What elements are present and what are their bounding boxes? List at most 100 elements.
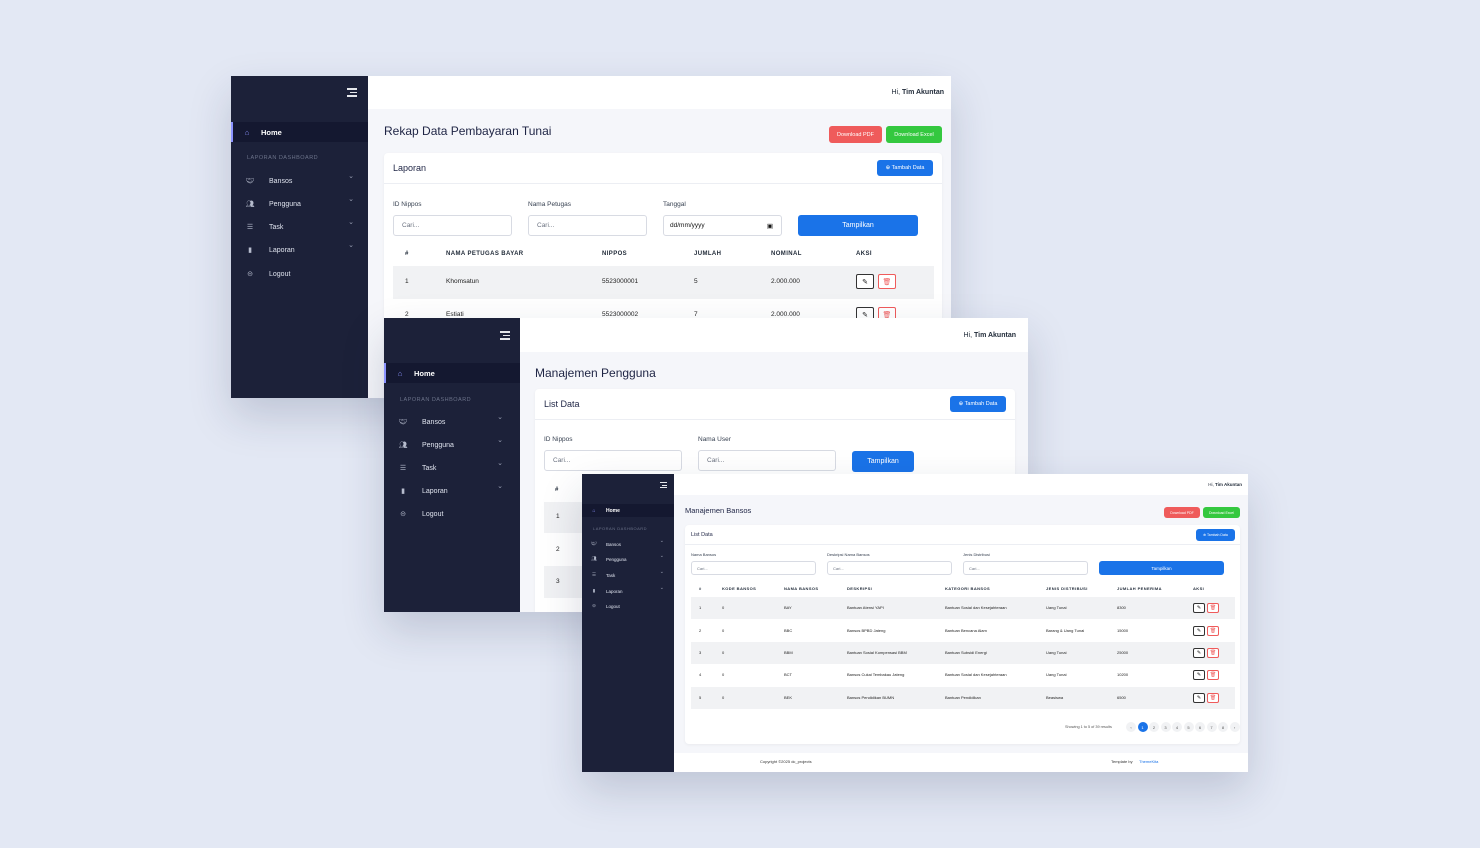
menu-toggle-icon[interactable]: [500, 331, 510, 342]
sidebar-item-task[interactable]: ☰ Task ⌄: [231, 219, 368, 233]
sidebar: ⌂ Home LAPORAN DASHBOARD 🤝︎ Bansos ⌄ 👥︎ …: [231, 76, 368, 398]
sidebar-item-laporan[interactable]: ▮ Laporan ⌄: [582, 585, 674, 595]
filter-label: Nama Bansos: [691, 552, 717, 557]
chevron-down-icon: ⌄: [497, 414, 503, 421]
row-number: 2: [556, 546, 560, 553]
pagination-prev[interactable]: ‹: [1126, 722, 1136, 732]
sidebar-item-bansos[interactable]: 🤝︎ Bansos ⌄: [582, 538, 674, 548]
delete-button[interactable]: 🗑︎: [1207, 648, 1219, 658]
sidebar-item-pengguna[interactable]: 👥︎ Pengguna ⌄: [231, 196, 368, 210]
pagination-page[interactable]: 7: [1206, 722, 1217, 732]
sidebar-item-home[interactable]: ⌂ Home: [384, 363, 520, 383]
sidebar-item-laporan[interactable]: ▮ Laporan ⌄: [384, 483, 520, 497]
chevron-down-icon: ⌄: [659, 538, 664, 544]
sidebar-item-task[interactable]: ☰ Task ⌄: [384, 460, 520, 474]
delete-button[interactable]: 🗑︎: [1207, 693, 1219, 703]
sidebar-item-logout[interactable]: ⊝ Logout: [231, 268, 368, 280]
delete-button[interactable]: 🗑︎: [1207, 603, 1219, 613]
pagination-next[interactable]: ›: [1229, 722, 1240, 732]
kategori: Bantuan Pendidikan: [945, 695, 981, 700]
edit-button[interactable]: ✎: [1193, 670, 1205, 680]
page-title: Manajemen Pengguna: [535, 366, 656, 380]
calendar-icon[interactable]: ▣: [767, 222, 773, 230]
menu-toggle-icon[interactable]: [660, 482, 667, 490]
sidebar-item-logout[interactable]: ⊝ Logout: [384, 508, 520, 520]
distribusi-search-input[interactable]: Cari...: [963, 561, 1088, 575]
handshake-icon: 🤝︎: [591, 541, 597, 546]
sidebar: ⌂ Home LAPORAN DASHBOARD 🤝︎ Bansos ⌄ 👥︎ …: [384, 318, 520, 612]
sidebar-item-bansos[interactable]: 🤝︎ Bansos ⌄: [384, 414, 520, 428]
petugas-search-input[interactable]: Cari...: [528, 215, 647, 236]
add-data-button[interactable]: ⊕ Tambah Data: [1196, 529, 1235, 541]
pagination-page[interactable]: 3: [1160, 722, 1171, 732]
user-name[interactable]: Tim Akuntan: [974, 332, 1016, 339]
sidebar-item-bansos[interactable]: 🤝︎ Bansos ⌄: [231, 173, 368, 187]
sidebar-home-label: Home: [414, 368, 435, 378]
download-excel-button[interactable]: Download Excel: [886, 126, 942, 143]
pagination-page[interactable]: 1: [1137, 722, 1148, 732]
sidebar-item-home[interactable]: ⌂ Home: [231, 122, 368, 142]
nama-bansos-search-input[interactable]: Cari...: [691, 561, 816, 575]
footer-template-text: Template by: [1111, 759, 1133, 764]
footer-copyright: Copyright ©2025 dc_projects: [760, 759, 812, 764]
sidebar-item-task[interactable]: ☰ Task ⌄: [582, 569, 674, 579]
footer-themekita-link[interactable]: ThemeKita: [1139, 759, 1158, 764]
sidebar-item-laporan[interactable]: ▮ Laporan ⌄: [231, 242, 368, 256]
table-row: 4 0 BCT Bansos Cukai Tembakau Jateng Ban…: [691, 664, 1235, 686]
filter-label: Nama Petugas: [528, 201, 571, 208]
show-button[interactable]: Tampilkan: [852, 451, 914, 472]
show-button[interactable]: Tampilkan: [1099, 561, 1224, 575]
sidebar-item-pengguna[interactable]: 👥︎ Pengguna ⌄: [582, 553, 674, 563]
date-input[interactable]: dd/mm/yyyy ▣: [663, 215, 782, 236]
row-number: 5: [699, 695, 702, 700]
pagination-page[interactable]: 5: [1183, 722, 1194, 732]
kategori: Bantuan Bencana Alam: [945, 628, 987, 633]
filter-label: Jenis Distribusi: [963, 552, 990, 557]
edit-button[interactable]: ✎: [1193, 626, 1205, 636]
delete-button[interactable]: 🗑︎: [1207, 670, 1219, 680]
user-name[interactable]: Tim Akuntan: [902, 89, 944, 96]
pagination-page[interactable]: 4: [1172, 722, 1182, 732]
pagination-page[interactable]: 6: [1195, 722, 1205, 732]
deskripsi-search-input[interactable]: Cari...: [827, 561, 952, 575]
menu-toggle-icon[interactable]: [347, 88, 357, 99]
pagination-page[interactable]: 2: [1149, 722, 1159, 732]
delete-button[interactable]: 🗑︎: [878, 274, 896, 289]
petugas-name: Estiati: [446, 311, 464, 318]
download-excel-button[interactable]: Download Excel: [1203, 507, 1240, 518]
deskripsi: Bantuan Atensi YAPI: [847, 605, 884, 610]
nippos-search-input[interactable]: Cari...: [544, 450, 682, 471]
pagination-page[interactable]: 8: [1218, 722, 1228, 732]
kategori: Bantuan Subsidi Energi: [945, 650, 987, 655]
add-data-button[interactable]: ⊕ Tambah Data: [877, 160, 933, 176]
column-header: #: [405, 251, 409, 257]
download-pdf-button[interactable]: Download PDF: [1164, 507, 1200, 518]
sidebar-item-home[interactable]: ⌂ Home: [582, 504, 674, 517]
edit-button[interactable]: ✎: [856, 274, 874, 289]
filter-label: Tanggal: [663, 201, 686, 208]
sidebar-item-logout[interactable]: ⊝ Logout: [582, 602, 674, 610]
show-button[interactable]: Tampilkan: [798, 215, 918, 236]
download-pdf-button[interactable]: Download PDF: [829, 126, 882, 143]
list-icon: ☰: [399, 465, 407, 472]
table-row: 1 Khomsatun 5523000001 5 2.000.000 ✎ 🗑︎: [393, 266, 934, 299]
user-search-input[interactable]: Cari...: [698, 450, 836, 471]
delete-button[interactable]: 🗑︎: [1207, 626, 1219, 636]
deskripsi: Bansos BPBD Jateng: [847, 628, 886, 633]
edit-button[interactable]: ✎: [1193, 603, 1205, 613]
sidebar-item-pengguna[interactable]: 👥︎ Pengguna ⌄: [384, 437, 520, 451]
sidebar-item-label: Task: [422, 464, 437, 472]
jumlah-penerima: 25000: [1117, 650, 1129, 655]
edit-button[interactable]: ✎: [1193, 648, 1205, 658]
edit-button[interactable]: ✎: [1193, 693, 1205, 703]
kode-bansos: 0: [722, 695, 725, 700]
add-data-button[interactable]: ⊕ Tambah Data: [950, 396, 1006, 412]
kode-bansos: 0: [722, 672, 725, 677]
chevron-down-icon: ⌄: [348, 173, 354, 180]
nippos-value: 5523000002: [602, 311, 639, 318]
sidebar-item-label: Laporan: [269, 246, 295, 254]
jenis-distribusi: Beasiswa: [1046, 695, 1064, 700]
nippos-search-input[interactable]: Cari...: [393, 215, 512, 236]
file-icon: ▮: [401, 488, 405, 495]
user-name[interactable]: Tim Akuntan: [1215, 482, 1242, 487]
